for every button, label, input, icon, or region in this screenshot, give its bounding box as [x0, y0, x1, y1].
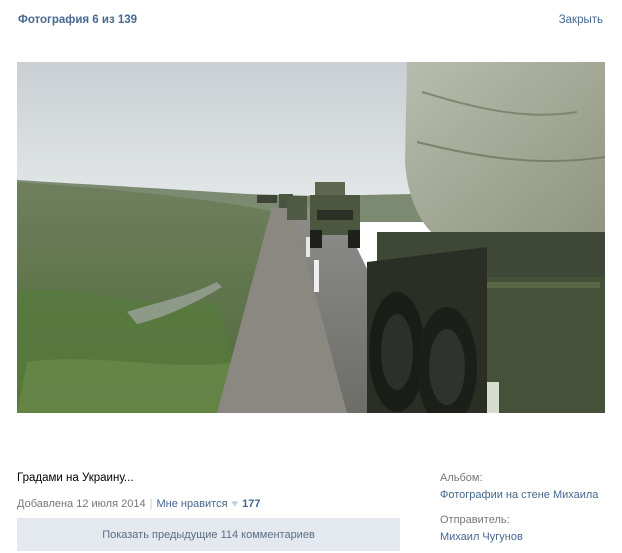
photo-scene	[17, 62, 605, 413]
heart-icon[interactable]: ♥	[232, 498, 239, 510]
vehicle-side-panel	[482, 277, 605, 413]
close-button[interactable]: Закрыть	[559, 14, 603, 26]
added-date: Добавлена 12 июля 2014	[17, 498, 146, 510]
meta-separator: |	[149, 498, 153, 510]
tarp-covered-rocket-launcher	[405, 62, 605, 237]
photo-counter-title: Фотография 6 из 139	[18, 14, 138, 26]
like-button[interactable]: Мне нравится	[156, 498, 227, 510]
like-count[interactable]: 177	[242, 498, 260, 510]
photo-caption: Градами на Украину...	[17, 472, 134, 484]
photo-image[interactable]	[17, 62, 605, 413]
viewer-header: Фотография 6 из 139 Закрыть	[0, 0, 622, 44]
album-link[interactable]: Фотографии на стене Михаила	[440, 489, 598, 501]
album-label: Альбом:	[440, 472, 483, 484]
photo-meta: Добавлена 12 июля 2014 | Мне нравится ♥ 177	[17, 498, 260, 510]
sender-label: Отправитель:	[440, 514, 510, 526]
show-previous-comments-button[interactable]: Показать предыдущие 114 комментариев	[17, 518, 400, 551]
sender-link[interactable]: Михаил Чугунов	[440, 531, 523, 543]
